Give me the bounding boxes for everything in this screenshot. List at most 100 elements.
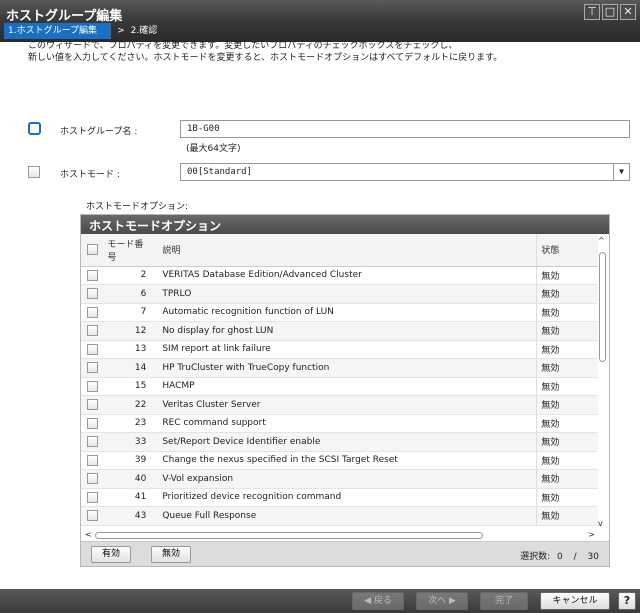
wizard-footer: ◀ 戻る 次へ ▶ 完了 キャンセル ? [0, 589, 640, 613]
help-icon[interactable]: ? [618, 592, 636, 610]
close-icon[interactable]: ✕ [620, 4, 636, 20]
host-group-name-input[interactable]: 1B-G00 [180, 120, 630, 138]
panel-title: ホストモードオプション [81, 215, 609, 234]
column-header-description[interactable]: 説明 [158, 234, 538, 267]
mode-number: 40 [103, 469, 159, 489]
column-header-mode-no[interactable]: モード番号 [103, 234, 159, 267]
row-checkbox[interactable] [86, 380, 98, 392]
mode-description: V-Vol expansion [158, 469, 538, 489]
mode-number: 12 [103, 321, 159, 341]
table-row[interactable]: 12 No display for ghost LUN 無効 [81, 321, 598, 341]
next-button[interactable]: 次へ ▶ [416, 592, 468, 610]
host-group-name-label: ホストグループ名 : [60, 127, 138, 137]
mode-description: No display for ghost LUN [158, 321, 538, 341]
table-row[interactable]: 6 TPRLO 無効 [81, 284, 598, 304]
step-separator: > [117, 26, 125, 36]
row-checkbox[interactable] [86, 399, 98, 411]
row-checkbox[interactable] [86, 343, 98, 355]
mode-description: REC command support [158, 414, 538, 433]
host-group-name-hint: (最大64文字) [186, 144, 241, 154]
host-mode-options-panel: ホストモードオプション モード番号 説明 状態 2 VERITAS Databas… [80, 214, 610, 567]
scroll-down-icon[interactable]: v [598, 519, 603, 528]
table-row[interactable]: 43 Queue Full Response 無効 [81, 506, 598, 526]
mode-number: 13 [103, 340, 159, 359]
host-mode-options-label: ホストモードオプション: [86, 202, 189, 212]
step-confirm: 2.確認 [130, 26, 158, 36]
mode-description: Prioritized device recognition command [158, 488, 538, 507]
vertical-scrollbar[interactable]: ^ v [598, 234, 607, 530]
pin-icon[interactable]: ⊤ [584, 4, 600, 20]
mode-number: 41 [103, 488, 159, 507]
host-group-name-checkbox[interactable] [28, 122, 41, 135]
host-mode-checkbox[interactable] [28, 166, 40, 178]
maximize-icon[interactable]: □ [602, 4, 618, 20]
horizontal-scroll-thumb[interactable] [95, 532, 483, 539]
row-checkbox[interactable] [86, 306, 98, 318]
mode-description: Veritas Cluster Server [158, 395, 538, 415]
mode-status: 無効 [536, 303, 598, 322]
wizard-steps: 1.ホストグループ編集 > 2.確認 [0, 22, 640, 40]
host-mode-row [28, 166, 40, 178]
row-checkbox[interactable] [86, 417, 98, 429]
mode-number: 33 [103, 432, 159, 452]
scroll-right-icon[interactable]: > [588, 530, 595, 539]
disable-button[interactable]: 無効 [151, 546, 192, 563]
horizontal-scrollbar[interactable]: < > [81, 530, 609, 541]
mode-number: 6 [103, 284, 159, 304]
mode-status: 無効 [536, 321, 598, 341]
table-row[interactable]: 39 Change the nexus specified in the SCSI… [81, 451, 598, 470]
scroll-up-icon[interactable]: ^ [598, 236, 605, 245]
mode-status: 無効 [536, 377, 598, 396]
select-all-checkbox[interactable] [86, 244, 98, 256]
options-table-wrap: モード番号 説明 状態 2 VERITAS Database Edition/Ad… [81, 234, 609, 530]
mode-status: 無効 [536, 451, 598, 470]
row-checkbox[interactable] [86, 362, 98, 374]
window-controls: ⊤ □ ✕ [584, 4, 636, 20]
table-row[interactable]: 40 V-Vol expansion 無効 [81, 469, 598, 489]
panel-footer: 有効 無効 選択数: 0 / 30 [81, 541, 609, 566]
row-checkbox[interactable] [86, 269, 98, 281]
select-all-header [81, 234, 104, 267]
cancel-button[interactable]: キャンセル [540, 592, 610, 610]
mode-description: HACMP [158, 377, 538, 396]
step-edit: 1.ホストグループ編集 [4, 23, 112, 39]
mode-description: Change the nexus specified in the SCSI T… [158, 451, 538, 470]
row-checkbox[interactable] [86, 491, 98, 503]
mode-description: Automatic recognition function of LUN [158, 303, 538, 322]
table-row[interactable]: 23 REC command support 無効 [81, 414, 598, 433]
table-row[interactable]: 14 HP TruCluster with TrueCopy function 無効 [81, 358, 598, 378]
row-checkbox[interactable] [86, 325, 98, 337]
column-header-status[interactable]: 状態 [536, 234, 598, 267]
back-button[interactable]: ◀ 戻る [352, 592, 404, 610]
mode-status: 無効 [536, 488, 598, 507]
finish-button[interactable]: 完了 [480, 592, 528, 610]
mode-description: VERITAS Database Edition/Advanced Cluste… [158, 266, 538, 285]
mode-status: 無効 [536, 395, 598, 415]
table-row[interactable]: 2 VERITAS Database Edition/Advanced Clust… [81, 266, 598, 285]
options-table: モード番号 説明 状態 2 VERITAS Database Edition/Ad… [81, 234, 598, 526]
row-checkbox[interactable] [86, 436, 98, 448]
table-row[interactable]: 41 Prioritized device recognition command… [81, 488, 598, 507]
mode-number: 22 [103, 395, 159, 415]
intro-text: このウィザードで、プロパティを変更できます。変更したいプロパティのチェックボック… [28, 41, 503, 63]
scroll-left-icon[interactable]: < [85, 530, 92, 539]
row-checkbox[interactable] [86, 288, 98, 300]
row-checkbox[interactable] [86, 454, 98, 466]
mode-number: 15 [103, 377, 159, 396]
mode-description: TPRLO [158, 284, 538, 304]
chevron-down-icon[interactable]: ▼ [613, 164, 629, 180]
host-mode-label: ホストモード : [60, 170, 120, 180]
mode-description: Set/Report Device Identifier enable [158, 432, 538, 452]
row-checkbox[interactable] [86, 473, 98, 485]
vertical-scroll-thumb[interactable] [599, 252, 606, 362]
row-checkbox[interactable] [86, 510, 98, 522]
mode-number: 2 [103, 266, 159, 285]
table-row[interactable]: 7 Automatic recognition function of LUN 無効 [81, 303, 598, 322]
host-mode-select[interactable]: 00[Standard] ▼ [180, 163, 630, 181]
table-row[interactable]: 15 HACMP 無効 [81, 377, 598, 396]
table-row[interactable]: 33 Set/Report Device Identifier enable 無効 [81, 432, 598, 452]
table-row[interactable]: 13 SIM report at link failure 無効 [81, 340, 598, 359]
table-row[interactable]: 22 Veritas Cluster Server 無効 [81, 395, 598, 415]
enable-button[interactable]: 有効 [91, 546, 132, 563]
mode-number: 7 [103, 303, 159, 322]
